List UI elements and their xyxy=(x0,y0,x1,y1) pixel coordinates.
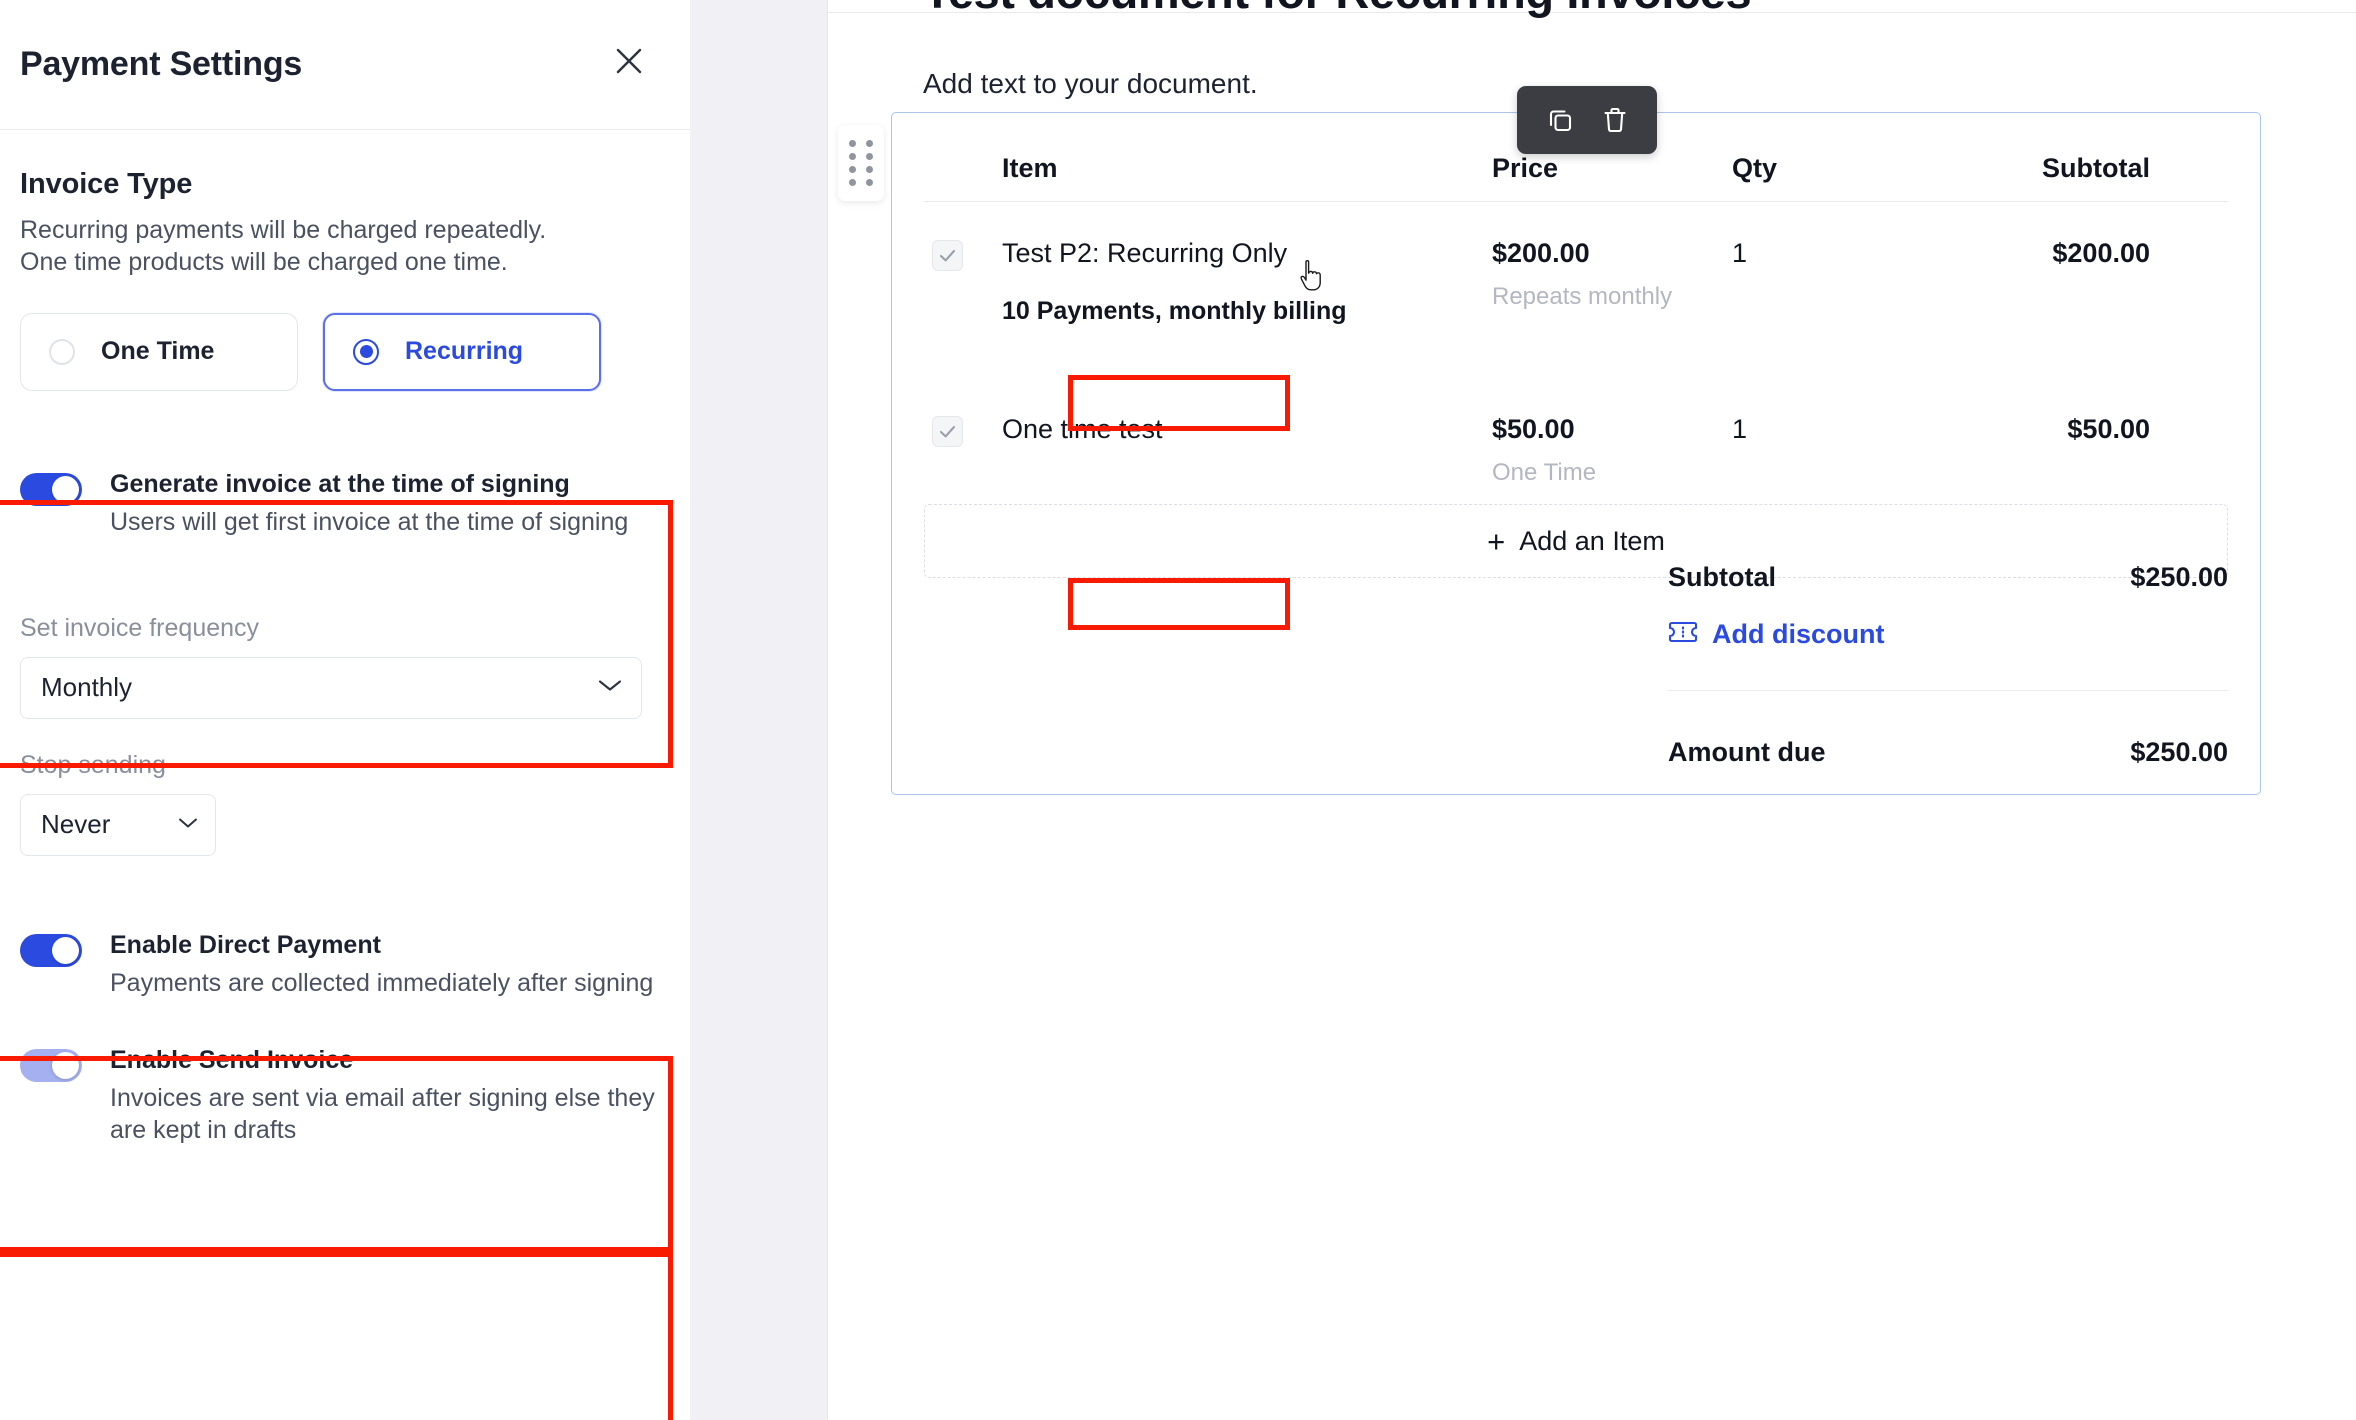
highlight-box-send-invoice xyxy=(0,1252,673,1420)
drag-handle-icon[interactable] xyxy=(838,125,884,201)
document-heading: Test document for Recurring Invoices xyxy=(923,0,1751,19)
amount-due-value: $250.00 xyxy=(2130,737,2228,768)
ticket-icon xyxy=(1668,620,1698,649)
frequency-label: Set invoice frequency xyxy=(20,614,670,643)
panel-body: Invoice Type Recurring payments will be … xyxy=(0,168,690,1146)
radio-option-recurring-label: Recurring xyxy=(405,337,523,366)
document-canvas: Test document for Recurring Invoices Add… xyxy=(828,0,2356,1420)
table-row: One time test $50.00 One Time 1 $50.00 xyxy=(932,378,2220,504)
invoice-type-heading: Invoice Type xyxy=(20,168,670,201)
chevron-down-icon xyxy=(177,815,199,834)
stop-sending-value: Never xyxy=(41,809,110,840)
subtotal-label: Subtotal xyxy=(1668,562,1776,593)
row-subtotal: $200.00 xyxy=(1882,238,2150,269)
block-toolbar xyxy=(1517,86,1657,154)
document-subtext: Add text to your document. xyxy=(923,68,1258,100)
stop-sending-label: Stop sending xyxy=(20,751,670,780)
table-row: Test P2: Recurring Only 10 Payments, mon… xyxy=(932,202,2220,378)
page-title: Payment Settings xyxy=(20,45,302,84)
amount-due-label: Amount due xyxy=(1668,737,1825,768)
column-header-subtotal: Subtotal xyxy=(1882,153,2182,184)
row-item-name: Test P2: Recurring Only xyxy=(1002,238,1492,269)
column-header-item: Item xyxy=(932,153,1492,184)
close-icon[interactable] xyxy=(612,44,646,78)
totals-divider xyxy=(1668,690,2228,691)
row-checkbox[interactable] xyxy=(932,416,963,447)
radio-option-one-time[interactable]: One Time xyxy=(20,313,298,391)
panel-header: Payment Settings xyxy=(0,0,690,130)
row-price: $200.00 xyxy=(1492,238,1732,269)
invoice-frequency-value: Monthly xyxy=(41,672,132,703)
row-item-name: One time test xyxy=(1002,414,1492,445)
amount-due-row: Amount due $250.00 xyxy=(1668,737,2228,768)
chevron-down-icon xyxy=(597,677,623,698)
toggle-direct-payment[interactable]: Enable Direct Payment Payments are colle… xyxy=(20,930,670,999)
toggle-generate-invoice-title: Generate invoice at the time of signing xyxy=(110,469,670,499)
row-price-note: Repeats monthly xyxy=(1492,283,1732,311)
row-item-subnote: 10 Payments, monthly billing xyxy=(1002,297,1492,326)
invoice-frequency-select[interactable]: Monthly xyxy=(20,657,642,719)
invoice-totals: Subtotal $250.00 Add discount xyxy=(1668,562,2228,768)
add-discount-label: Add discount xyxy=(1712,619,1884,650)
toggle-generate-invoice-description: Users will get first invoice at the time… xyxy=(110,506,670,538)
invoice-type-description-line2: One time products will be charged one ti… xyxy=(20,247,670,279)
toggle-direct-payment-switch[interactable] xyxy=(20,934,82,967)
row-qty: 1 xyxy=(1732,238,1882,269)
stop-sending-select[interactable]: Never xyxy=(20,794,216,856)
radio-indicator-icon xyxy=(49,339,75,365)
invoice-block: Item Price Qty Subtotal Test P2: Recurri… xyxy=(891,112,2261,795)
app-root: Payment Settings Invoice Type Recurring … xyxy=(0,0,2356,1420)
column-header-price: Price xyxy=(1492,153,1732,184)
subtotal-value: $250.00 xyxy=(2130,562,2228,593)
radio-option-one-time-label: One Time xyxy=(101,337,214,366)
row-checkbox[interactable] xyxy=(932,240,963,271)
subtotal-row: Subtotal $250.00 xyxy=(1668,562,2228,593)
toggle-send-invoice-description: Invoices are sent via email after signin… xyxy=(110,1082,670,1146)
trash-icon[interactable] xyxy=(1601,105,1629,135)
plus-icon: + xyxy=(1487,526,1505,557)
invoice-type-radio-group: One Time Recurring xyxy=(20,313,670,391)
duplicate-icon[interactable] xyxy=(1545,105,1575,135)
toggle-direct-payment-title: Enable Direct Payment xyxy=(110,930,670,960)
row-subtotal: $50.00 xyxy=(1882,414,2150,445)
toggle-send-invoice-switch[interactable] xyxy=(20,1049,82,1082)
row-qty: 1 xyxy=(1732,414,1882,445)
toggle-send-invoice-title: Enable Send Invoice xyxy=(110,1045,670,1075)
toggle-send-invoice[interactable]: Enable Send Invoice Invoices are sent vi… xyxy=(20,1045,670,1146)
radio-option-recurring[interactable]: Recurring xyxy=(323,313,601,391)
toggle-generate-invoice-switch[interactable] xyxy=(20,473,82,506)
radio-indicator-icon xyxy=(353,339,379,365)
invoice-type-description-line1: Recurring payments will be charged repea… xyxy=(20,215,670,247)
panel-gutter xyxy=(690,0,828,1420)
toggle-generate-invoice[interactable]: Generate invoice at the time of signing … xyxy=(20,469,670,538)
payment-settings-panel: Payment Settings Invoice Type Recurring … xyxy=(0,0,690,1420)
row-price: $50.00 xyxy=(1492,414,1732,445)
add-an-item-label: Add an Item xyxy=(1519,526,1665,557)
row-price-note: One Time xyxy=(1492,459,1732,487)
add-discount-button[interactable]: Add discount xyxy=(1668,619,2228,650)
toggle-direct-payment-description: Payments are collected immediately after… xyxy=(110,967,670,999)
column-header-qty: Qty xyxy=(1732,153,1882,184)
